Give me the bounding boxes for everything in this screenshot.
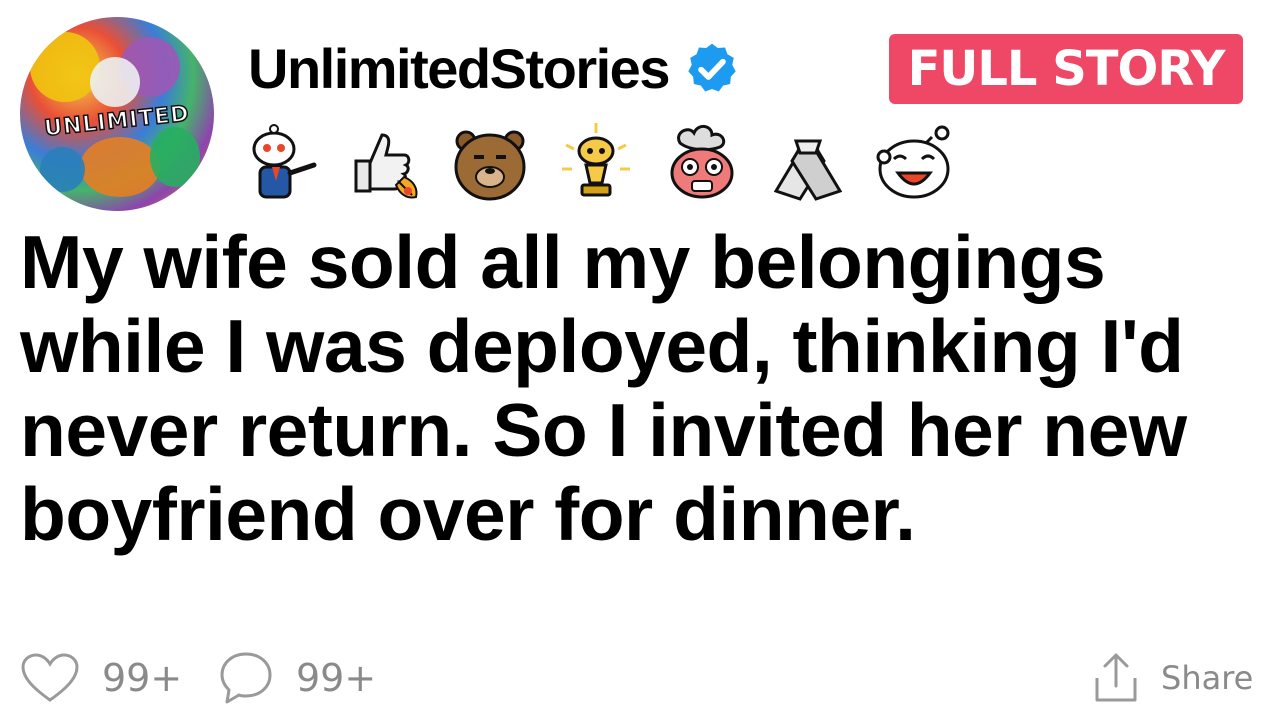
handshake-award-icon (766, 121, 850, 205)
channel-avatar[interactable]: UNLIMITED (20, 17, 214, 211)
post-actions-bar: 99+ 99+ Share (0, 645, 1280, 715)
awards-row (236, 118, 956, 208)
avatar-art (40, 147, 85, 192)
gold-trophy-award-icon (554, 121, 638, 205)
snoo-pointing-award-icon (236, 121, 320, 205)
laughing-snoo-award-icon (872, 121, 956, 205)
like-count: 99+ (102, 656, 183, 700)
verified-check-icon (688, 43, 736, 92)
comment-count: 99+ (296, 656, 377, 700)
full-story-badge: FULL STORY (889, 34, 1243, 104)
username[interactable]: UnlimitedStories (248, 36, 741, 102)
heart-icon (21, 653, 79, 702)
thumbs-up-rocket-award-icon (342, 121, 426, 205)
comment-bubble-icon (220, 652, 272, 704)
mind-blown-award-icon (660, 121, 744, 205)
like-button[interactable]: 99+ (20, 645, 182, 711)
share-upload-icon (1095, 653, 1137, 702)
username-text: UnlimitedStories (248, 37, 670, 100)
avatar-art (80, 137, 160, 197)
avatar-art (30, 32, 100, 102)
share-label: Share (1161, 659, 1254, 697)
post-title: My wife sold all my belongings while I w… (20, 220, 1187, 556)
bear-award-icon (448, 121, 532, 205)
comment-button[interactable]: 99+ (218, 645, 376, 711)
avatar-art (90, 57, 140, 107)
share-button[interactable]: Share (1093, 645, 1253, 711)
avatar-art (150, 127, 200, 187)
